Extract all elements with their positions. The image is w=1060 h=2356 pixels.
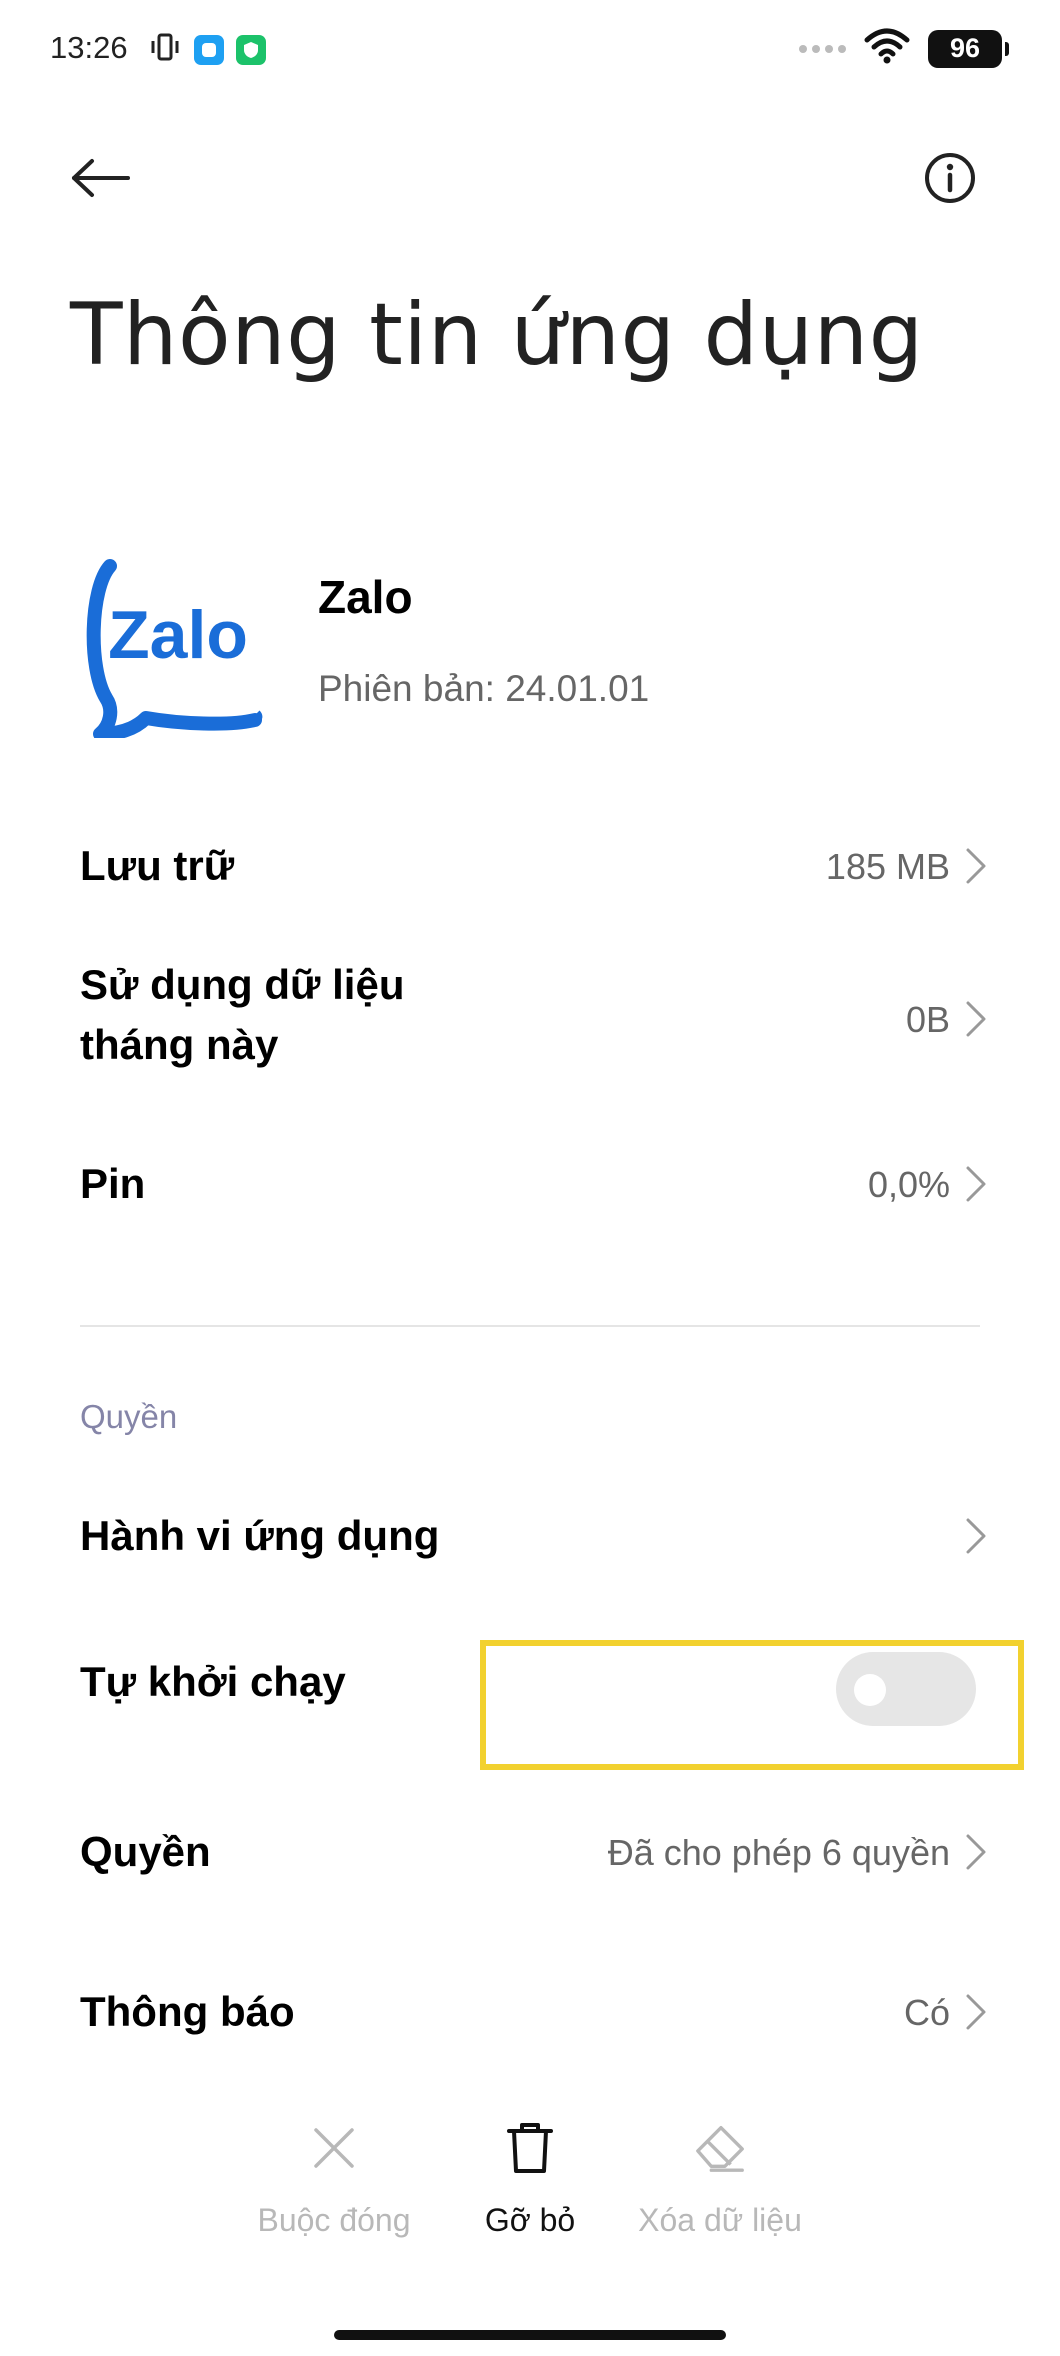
status-icons-right: 96 [799, 28, 1009, 69]
zalo-app-icon: Zalo [80, 548, 270, 741]
section-divider [80, 1325, 980, 1327]
chevron-right-icon [964, 1164, 988, 1204]
storage-value: 185 MB [825, 846, 950, 887]
chevron-right-icon [964, 999, 988, 1039]
permissions-row[interactable]: Quyền Đã cho phép 6 quyền [0, 1808, 1060, 1898]
home-indicator[interactable] [334, 2330, 726, 2340]
storage-label: Lưu trữ [80, 842, 235, 889]
app-name: Zalo [318, 571, 413, 623]
info-button[interactable] [920, 150, 980, 210]
back-arrow-icon [70, 158, 132, 203]
page-title: Thông tin ứng dụng [70, 285, 924, 385]
info-icon [923, 151, 977, 210]
status-time: 13:26 [50, 30, 128, 65]
message-app-icon [194, 34, 224, 65]
vibrate-icon [148, 32, 182, 67]
battery-value: 0,0% [867, 1164, 950, 1205]
battery-label: Pin [80, 1160, 146, 1207]
toggle-knob [854, 1674, 886, 1706]
chevron-right-icon [964, 1516, 988, 1556]
chevron-right-icon [964, 1992, 988, 2032]
autostart-label: Tự khởi chạy [80, 1658, 346, 1705]
autostart-toggle[interactable] [836, 1652, 976, 1726]
wifi-icon [864, 28, 910, 69]
notifications-row[interactable]: Thông báo Có [0, 1968, 1060, 2058]
battery-level: 96 [949, 33, 981, 63]
uninstall-label: Gỡ bỏ [484, 2202, 576, 2238]
battery-row[interactable]: Pin 0,0% [0, 1140, 1060, 1230]
eraser-icon [692, 2120, 748, 2176]
force-stop-label: Buộc đóng [257, 2202, 411, 2238]
permissions-section-title: Quyền [80, 1398, 178, 1435]
chevron-right-icon [964, 846, 988, 886]
notifications-value: Có [903, 1992, 950, 2033]
chevron-right-icon [964, 1832, 988, 1872]
status-bar: 13:26 96 [0, 0, 1060, 100]
app-icon-text: Zalo [108, 597, 248, 673]
battery-icon: 96 [928, 29, 1009, 68]
clear-data-button[interactable]: Xóa dữ liệu [610, 2120, 830, 2239]
shield-app-icon [236, 34, 266, 65]
app-version: Phiên bản: 24.01.01 [318, 668, 650, 709]
trash-icon [502, 2120, 558, 2176]
data-usage-value: 0B [905, 999, 950, 1040]
clear-data-label: Xóa dữ liệu [638, 2202, 802, 2238]
force-stop-button[interactable]: Buộc đóng [224, 2120, 444, 2239]
uninstall-button[interactable]: Gỡ bỏ [420, 2120, 640, 2239]
back-button[interactable] [70, 150, 150, 210]
data-usage-label-line1: Sử dụng dữ liệu [80, 961, 405, 1008]
close-icon [306, 2120, 362, 2176]
data-usage-row[interactable]: Sử dụng dữ liệu tháng này 0B [0, 955, 1060, 1085]
app-behavior-row[interactable]: Hành vi ứng dụng [0, 1492, 1060, 1582]
app-behavior-label: Hành vi ứng dụng [80, 1512, 440, 1559]
notifications-label: Thông báo [80, 1988, 295, 2035]
status-icons-left [148, 32, 266, 67]
permissions-label: Quyền [80, 1828, 211, 1875]
data-usage-label-line2: tháng này [80, 1021, 279, 1068]
signal-icon [799, 44, 846, 53]
storage-row[interactable]: Lưu trữ 185 MB [0, 822, 1060, 912]
permissions-value: Đã cho phép 6 quyền [607, 1832, 950, 1873]
